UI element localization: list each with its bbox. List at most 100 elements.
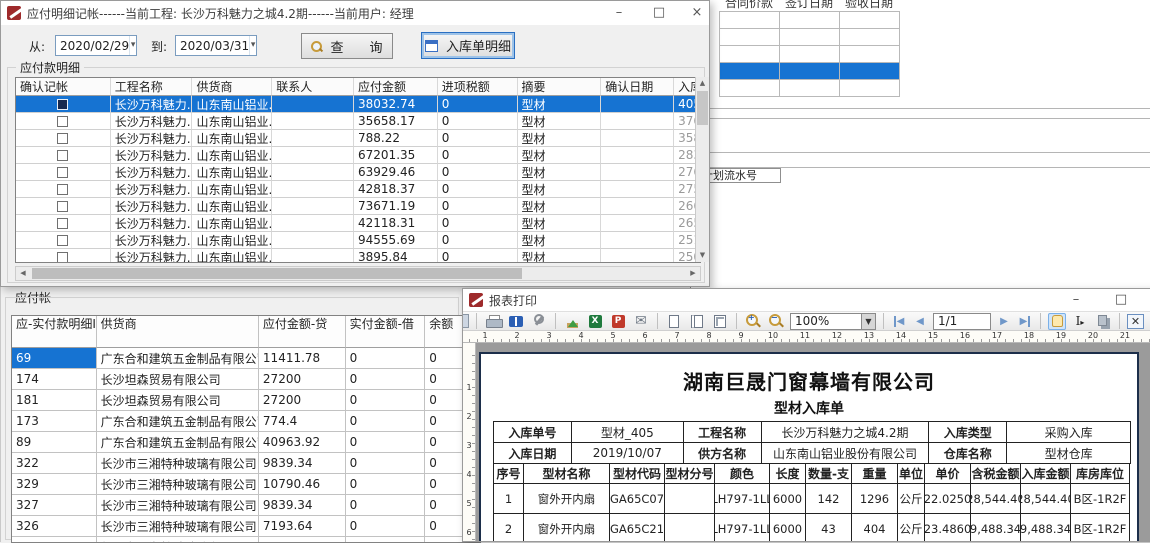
credit-cell[interactable]: 10790.46 [259, 474, 346, 495]
credit-cell[interactable]: 11411.78 [259, 348, 346, 369]
close-preview-button[interactable]: ✕ [1127, 314, 1144, 329]
supplier-cell[interactable]: 山东南山铝业... [192, 96, 272, 113]
credit-cell[interactable]: 774.4 [259, 411, 346, 432]
debit-cell[interactable]: 0 [346, 432, 426, 453]
table-row[interactable]: 322 长沙市三湘特种玻璃有限公司 9839.34 0 0 [12, 453, 480, 474]
supplier-cell[interactable]: 广东合和建筑五金制品有限公司 [97, 432, 259, 453]
supplier-cell[interactable]: 山东南山铝业... [192, 113, 272, 130]
table-row[interactable]: 69 广东合和建筑五金制品有限公司 11411.78 0 0 [12, 348, 480, 369]
prev-page-button[interactable]: ◀ [912, 316, 928, 327]
last-page-button[interactable]: ▶ [1017, 316, 1033, 327]
debit-cell[interactable]: 0 [346, 369, 426, 390]
confirm-date-cell[interactable] [601, 232, 674, 249]
project-cell[interactable]: 长沙万科魅力... [111, 113, 193, 130]
single-page-view-button[interactable] [665, 313, 683, 330]
report-preview-area[interactable]: 123456 湖南巨晟门窗幕墙有限公司 型材入库单 入库单号 型材_405 工程… [463, 343, 1150, 542]
table-row[interactable]: 长沙万科魅力... 山东南山铝业... 42818.37 0 型材 275 [16, 181, 700, 198]
confirm-checkbox[interactable] [57, 99, 68, 110]
tax-cell[interactable]: 0 [438, 249, 518, 262]
tax-cell[interactable]: 0 [438, 215, 518, 232]
contact-cell[interactable] [272, 130, 354, 147]
amount-cell[interactable]: 42118.31 [354, 215, 438, 232]
export-mail-button[interactable]: ✉ [632, 313, 650, 330]
debit-cell[interactable]: 0 [346, 390, 426, 411]
export-excel-button[interactable]: X [586, 313, 604, 330]
summary-cell[interactable]: 型材 [518, 181, 602, 198]
confirm-date-cell[interactable] [601, 113, 674, 130]
tax-cell[interactable]: 0 [438, 113, 518, 130]
table-row[interactable]: 长沙万科魅力... 山东南山铝业... 94555.69 0 型材 251 [16, 232, 700, 249]
table-row[interactable]: 326 长沙市三湘特种玻璃有限公司 7193.64 0 0 [12, 516, 480, 537]
supplier-cell[interactable]: 长沙市三湘特种玻璃有限公司 [97, 495, 259, 516]
summary-cell[interactable]: 型材 [518, 147, 602, 164]
maximize-button[interactable]: □ [646, 3, 672, 22]
confirm-checkbox[interactable] [57, 218, 68, 229]
table-row[interactable]: 长沙市三湘特种玻璃有限公司 [12, 537, 480, 542]
tax-cell[interactable]: 0 [438, 181, 518, 198]
id-cell[interactable]: 173 [12, 411, 97, 432]
zoom-select[interactable]: 100% ▼ [790, 313, 876, 330]
confirm-date-cell[interactable] [601, 147, 674, 164]
amount-cell[interactable]: 35658.17 [354, 113, 438, 130]
scroll-right-icon[interactable]: ▶ [686, 267, 700, 280]
confirm-checkbox[interactable] [57, 150, 68, 161]
project-cell[interactable]: 长沙万科魅力... [111, 215, 193, 232]
close-button[interactable]: × [1144, 290, 1150, 309]
supplier-cell[interactable]: 山东南山铝业... [192, 130, 272, 147]
confirm-date-cell[interactable] [601, 164, 674, 181]
debit-cell[interactable]: 0 [346, 348, 426, 369]
contact-cell[interactable] [272, 198, 354, 215]
to-date-combo[interactable]: 2020/03/31 ▾ [175, 35, 257, 56]
supplier-cell[interactable]: 长沙市三湘特种玻璃有限公司 [97, 537, 259, 542]
scrollbar-thumb[interactable] [32, 268, 522, 279]
credit-cell[interactable]: 7193.64 [259, 516, 346, 537]
amount-cell[interactable]: 38032.74 [354, 96, 438, 113]
tax-cell[interactable]: 0 [438, 130, 518, 147]
contact-cell[interactable] [272, 215, 354, 232]
minimize-button[interactable]: – [606, 3, 632, 22]
contact-cell[interactable] [272, 113, 354, 130]
project-cell[interactable]: 长沙万科魅力... [111, 147, 193, 164]
table-row[interactable]: 长沙万科魅力... 山东南山铝业... 63929.46 0 型材 276 [16, 164, 700, 181]
scroll-up-icon[interactable]: ▲ [696, 77, 709, 90]
summary-cell[interactable]: 型材 [518, 198, 602, 215]
supplier-cell[interactable]: 长沙坦森贸易有限公司 [97, 369, 259, 390]
credit-cell[interactable]: 9839.34 [259, 495, 346, 516]
summary-cell[interactable]: 型材 [518, 232, 602, 249]
tax-cell[interactable]: 0 [438, 198, 518, 215]
contact-cell[interactable] [272, 181, 354, 198]
table-row[interactable]: 174 长沙坦森贸易有限公司 27200 0 0 [12, 369, 480, 390]
scroll-left-icon[interactable]: ◀ [16, 267, 30, 280]
amount-cell[interactable]: 42818.37 [354, 181, 438, 198]
tax-cell[interactable]: 0 [438, 96, 518, 113]
amount-cell[interactable]: 3895.84 [354, 249, 438, 262]
id-cell[interactable]: 69 [12, 348, 97, 369]
supplier-cell[interactable]: 广东合和建筑五金制品有限公司 [97, 348, 259, 369]
confirm-date-cell[interactable] [601, 215, 674, 232]
confirm-date-cell[interactable] [601, 130, 674, 147]
debit-cell[interactable]: 0 [346, 453, 426, 474]
credit-cell[interactable]: 27200 [259, 369, 346, 390]
contact-cell[interactable] [272, 96, 354, 113]
supplier-cell[interactable]: 山东南山铝业... [192, 198, 272, 215]
table-row[interactable]: 89 广东合和建筑五金制品有限公司 40963.92 0 0 [12, 432, 480, 453]
supplier-cell[interactable]: 山东南山铝业... [192, 181, 272, 198]
table-row[interactable]: 181 长沙坦森贸易有限公司 27200 0 0 [12, 390, 480, 411]
amount-cell[interactable]: 63929.46 [354, 164, 438, 181]
debit-cell[interactable]: 0 [346, 411, 426, 432]
chevron-down-icon[interactable]: ▾ [249, 36, 256, 55]
contact-cell[interactable] [272, 249, 354, 262]
table-row[interactable]: 327 长沙市三湘特种玻璃有限公司 9839.34 0 0 [12, 495, 480, 516]
vertical-scrollbar[interactable]: ▲ ▼ [695, 77, 709, 262]
debit-cell[interactable]: 0 [346, 516, 426, 537]
confirm-checkbox[interactable] [57, 235, 68, 246]
book-button[interactable] [507, 313, 525, 330]
summary-cell[interactable]: 型材 [518, 113, 602, 130]
print-button[interactable] [484, 313, 502, 330]
table-row[interactable]: 长沙万科魅力... 山东南山铝业... 67201.35 0 型材 283 [16, 147, 700, 164]
credit-cell[interactable]: 40963.92 [259, 432, 346, 453]
debit-cell[interactable] [346, 537, 426, 542]
next-page-button[interactable]: ▶ [996, 316, 1012, 327]
confirm-date-cell[interactable] [601, 96, 674, 113]
summary-cell[interactable]: 型材 [518, 215, 602, 232]
